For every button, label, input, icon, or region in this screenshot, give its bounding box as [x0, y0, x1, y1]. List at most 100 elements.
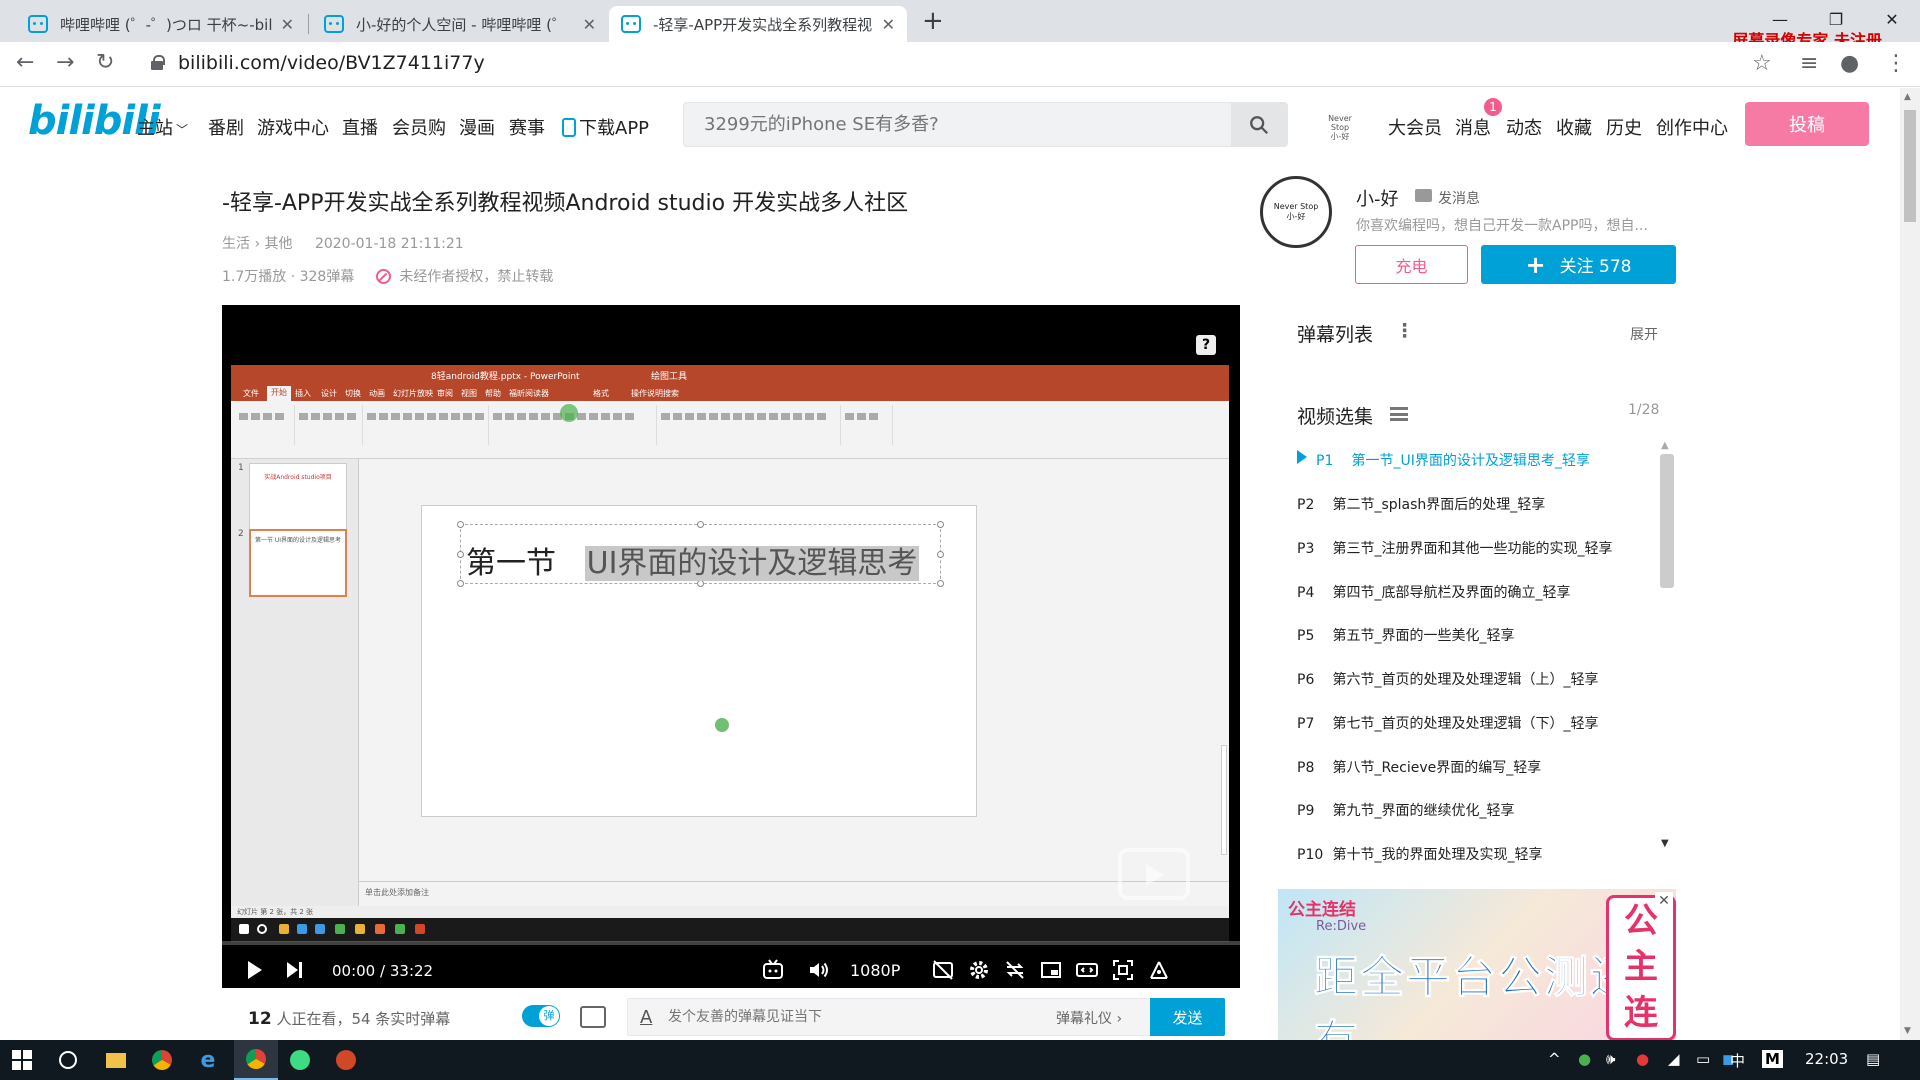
- nav-creator-center[interactable]: 创作中心: [1656, 114, 1728, 140]
- settings-button[interactable]: [964, 953, 994, 987]
- episode-item[interactable]: P9 第九节_界面的继续优化_轻享: [1297, 800, 1514, 820]
- scroll-down-icon[interactable]: ▼: [1904, 1026, 1911, 1036]
- fullscreen-button[interactable]: [1144, 953, 1174, 987]
- nav-main[interactable]: 主站 ﹀: [137, 114, 188, 140]
- nav-mall[interactable]: 会员购: [392, 114, 446, 140]
- ime-indicator[interactable]: 中: [1730, 1050, 1745, 1071]
- speaker-icon[interactable]: 🕪: [1606, 1050, 1615, 1068]
- nav-game-center[interactable]: 游戏中心: [257, 114, 329, 140]
- mail-icon[interactable]: [1415, 189, 1432, 202]
- page-scrollbar-thumb[interactable]: [1904, 110, 1916, 222]
- start-button[interactable]: [0, 1040, 44, 1080]
- episode-list-scrollbar[interactable]: [1660, 454, 1674, 588]
- tab-close-icon[interactable]: ✕: [882, 15, 895, 34]
- back-icon[interactable]: ←: [16, 50, 34, 75]
- web-fullscreen-button[interactable]: [1108, 953, 1138, 987]
- uploader-name[interactable]: 小-好: [1356, 185, 1399, 211]
- video-category[interactable]: 生活 › 其他: [222, 236, 293, 252]
- file-explorer-button[interactable]: [96, 1040, 136, 1080]
- battery-icon[interactable]: ▭: [1696, 1050, 1710, 1068]
- pip-button[interactable]: [1036, 953, 1066, 987]
- notification-icon[interactable]: ▤: [1866, 1050, 1880, 1068]
- advertisement-banner[interactable]: 公主连结 Re:Dive 距全平台公测还有 公主连: [1278, 889, 1676, 1041]
- nav-dynamics[interactable]: 动态: [1506, 114, 1542, 140]
- quality-selector[interactable]: 1080P: [850, 961, 900, 980]
- play-button[interactable]: [240, 953, 268, 987]
- reload-icon[interactable]: ↻: [96, 50, 114, 75]
- danmaku-settings-icon[interactable]: [580, 1006, 606, 1028]
- browser-tab[interactable]: 哔哩哔哩 (゜-゜)つロ 干杯~-bili ✕: [16, 6, 306, 42]
- follow-button[interactable]: + 关注 578: [1481, 245, 1676, 284]
- chrome-taskbar-button-active[interactable]: [234, 1040, 278, 1080]
- scroll-down-icon[interactable]: ▼: [1661, 838, 1669, 849]
- browser-tab[interactable]: 小-好的个人空间 - 哔哩哔哩 (゜ ✕: [312, 6, 608, 42]
- clock[interactable]: 22:03: [1805, 1050, 1848, 1068]
- episode-item[interactable]: P5 第五节_界面的一些美化_轻享: [1297, 625, 1514, 645]
- loop-button[interactable]: [1000, 953, 1030, 987]
- media-icon[interactable]: ≡: [1800, 51, 1818, 76]
- progress-bar[interactable]: [222, 941, 1240, 945]
- danmaku-input[interactable]: [668, 999, 1018, 1035]
- search-input[interactable]: [684, 103, 1231, 146]
- profile-icon[interactable]: ●: [1840, 51, 1859, 76]
- danmaku-style-icon[interactable]: A: [640, 1007, 652, 1028]
- episode-item[interactable]: P10 第十节_我的界面处理及实现_轻享: [1297, 844, 1542, 864]
- new-tab-button[interactable]: +: [922, 6, 944, 36]
- charge-button[interactable]: 充电: [1355, 245, 1468, 284]
- danmaku-toggle-button[interactable]: [928, 953, 958, 987]
- help-icon[interactable]: ?: [1196, 335, 1216, 355]
- video-player[interactable]: ? 8轻android教程.pptx - PowerPoint 绘图工具 文件 …: [222, 305, 1240, 988]
- nav-esports[interactable]: 赛事: [509, 114, 545, 140]
- send-message-link[interactable]: 发消息: [1438, 188, 1480, 208]
- scroll-up-icon[interactable]: ▲: [1661, 440, 1669, 451]
- nav-messages[interactable]: 消息: [1455, 114, 1491, 140]
- cortana-button[interactable]: [48, 1040, 88, 1080]
- nav-favorites[interactable]: 收藏: [1556, 114, 1592, 140]
- tab-close-icon[interactable]: ✕: [583, 15, 596, 34]
- star-icon[interactable]: ☆: [1752, 51, 1772, 76]
- tray-m-icon[interactable]: M: [1762, 1050, 1783, 1068]
- nav-live[interactable]: 直播: [342, 114, 378, 140]
- tray-app-icon[interactable]: ●: [1578, 1050, 1591, 1068]
- more-options-icon[interactable]: ⋮: [1395, 320, 1414, 342]
- powerpoint-taskbar-button[interactable]: [326, 1040, 366, 1080]
- chevron-up-icon[interactable]: ^: [1548, 1050, 1561, 1068]
- tray-app-icon[interactable]: ●: [1636, 1050, 1649, 1068]
- next-button[interactable]: [280, 953, 308, 987]
- page-scrollbar[interactable]: [1900, 88, 1920, 1040]
- post-button[interactable]: 投稿: [1745, 102, 1869, 146]
- volume-button[interactable]: [804, 953, 834, 987]
- episode-item[interactable]: P6 第六节_首页的处理及处理逻辑（上）_轻享: [1297, 669, 1598, 689]
- nav-history[interactable]: 历史: [1606, 114, 1642, 140]
- mini-player-button[interactable]: [758, 953, 788, 987]
- send-danmaku-button[interactable]: 发送: [1150, 998, 1225, 1036]
- avatar[interactable]: Never Stop 小-好: [1318, 114, 1362, 141]
- network-icon[interactable]: ◢: [1668, 1050, 1680, 1068]
- nav-bangumi[interactable]: 番剧: [208, 114, 244, 140]
- browser-tab-active[interactable]: -轻享-APP开发实战全系列教程视 ✕: [609, 6, 907, 42]
- forward-icon[interactable]: →: [56, 50, 74, 75]
- nav-download-app[interactable]: 下载APP: [562, 114, 649, 140]
- danmaku-switch[interactable]: [522, 1005, 560, 1027]
- edge-taskbar-button[interactable]: e: [188, 1040, 228, 1080]
- scroll-up-icon[interactable]: ▲: [1904, 92, 1911, 102]
- danmaku-list-expand[interactable]: 展开: [1630, 324, 1658, 344]
- episode-item[interactable]: P3 第三节_注册界面和其他一些功能的实现_轻享: [1297, 538, 1612, 558]
- uploader-avatar[interactable]: Never Stop 小-好: [1260, 176, 1332, 248]
- list-icon[interactable]: [1390, 407, 1408, 421]
- tab-close-icon[interactable]: ✕: [281, 15, 294, 34]
- episode-item[interactable]: P7 第七节_首页的处理及处理逻辑（下）_轻享: [1297, 713, 1598, 733]
- nav-vip[interactable]: 大会员: [1388, 114, 1442, 140]
- nav-manga[interactable]: 漫画: [459, 114, 495, 140]
- widescreen-button[interactable]: [1072, 953, 1102, 987]
- chrome-taskbar-button[interactable]: [142, 1040, 182, 1080]
- close-icon[interactable]: ✕: [1655, 892, 1673, 910]
- android-studio-taskbar-button[interactable]: [280, 1040, 320, 1080]
- episode-item[interactable]: P2 第二节_splash界面后的处理_轻享: [1297, 494, 1545, 514]
- episode-item-current[interactable]: P1 第一节_UI界面的设计及逻辑思考_轻享: [1316, 450, 1590, 470]
- episode-item[interactable]: P8 第八节_Recieve界面的编写_轻享: [1297, 757, 1541, 777]
- episode-item[interactable]: P4 第四节_底部导航栏及界面的确立_轻享: [1297, 582, 1570, 602]
- danmaku-etiquette-link[interactable]: 弹幕礼仪 ›: [1056, 1008, 1122, 1028]
- lock-icon[interactable]: [151, 54, 165, 70]
- menu-icon[interactable]: ⋮: [1885, 51, 1907, 76]
